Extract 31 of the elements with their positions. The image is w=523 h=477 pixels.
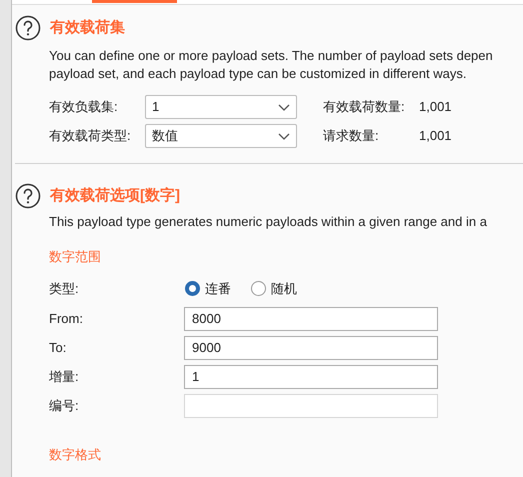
caret-icon [278,104,290,110]
field-label: To: [49,338,68,357]
subsection-heading: 数字范围 [49,249,101,264]
caret-icon [278,132,290,140]
radio-button[interactable] [251,281,266,296]
section-title: 有效载荷选项[数字] [50,186,180,206]
stat-label: 有效载荷数量: [323,98,406,116]
field-label: From: [49,310,84,328]
field-label: 有效负载集: [49,98,119,116]
help-icon[interactable] [15,183,41,209]
description-text: You can define one or more payload sets. The number of payload sets depen [49,47,493,65]
radio-option[interactable]: 连番 [185,278,231,298]
field-label: 编号: [49,396,80,415]
input-field[interactable]: 1 [184,364,438,388]
subsection-heading: 数字格式 [49,446,101,462]
help-icon[interactable] [15,15,41,41]
stat-value: 1,001 [419,98,452,116]
radio-button[interactable] [185,281,200,296]
field-label: 增量: [49,368,80,386]
section-title: 有效载荷集 [50,18,125,38]
stat-value: 1,001 [419,127,452,146]
input-field[interactable]: 9000 [184,336,438,360]
input-field[interactable]: 8000 [184,306,438,330]
dropdown[interactable]: 1 [145,95,297,119]
description-text: payload set, and each payload type can be customized in different ways. [49,65,466,83]
description-text: This payload type generates numeric payloads within a given range and in a [49,213,487,231]
dropdown[interactable]: 数值 [145,124,297,148]
stat-label: 请求数量: [323,127,380,146]
field-label: 有效载荷类型: [49,127,132,146]
radio-option[interactable]: 随机 [251,278,297,298]
field-label: 类型: [49,280,80,298]
